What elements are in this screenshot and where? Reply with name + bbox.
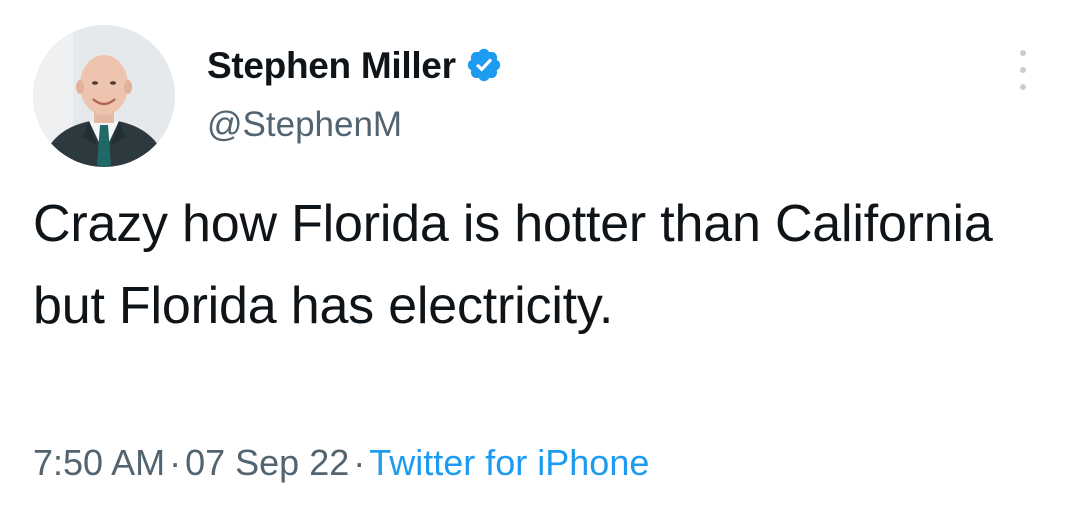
meta-separator: · [353, 442, 366, 483]
tweet-text: Crazy how Florida is hotter than Califor… [33, 195, 993, 335]
avatar[interactable] [33, 25, 175, 167]
more-dot [1020, 50, 1026, 56]
tweet-time[interactable]: 7:50 AM [33, 442, 165, 483]
meta-separator: · [169, 442, 182, 483]
author-handle[interactable]: @StephenM [207, 105, 402, 145]
tweet-meta: 7:50 AM · 07 Sep 22 · Twitter for iPhone [33, 441, 649, 484]
verified-badge-icon [465, 46, 503, 84]
tweet-card: Stephen Miller @StephenM Crazy how Flori… [0, 0, 1080, 521]
more-dot [1020, 84, 1026, 90]
avatar-photo [33, 25, 175, 167]
more-dot [1020, 67, 1026, 73]
author-name-row: Stephen Miller [207, 40, 503, 90]
more-options-icon[interactable] [1014, 50, 1032, 90]
author-display-name[interactable]: Stephen Miller [207, 47, 456, 84]
tweet-source-link[interactable]: Twitter for iPhone [369, 442, 649, 483]
tweet-date[interactable]: 07 Sep 22 [185, 442, 349, 483]
